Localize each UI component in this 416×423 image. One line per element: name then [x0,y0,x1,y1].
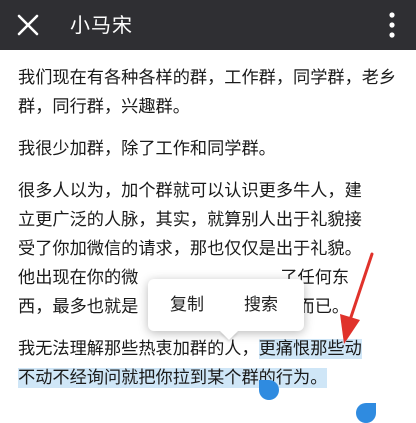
paragraph-line: 西，最多也就是 [18,297,139,317]
text-selection-menu: 复制 搜索 [148,279,304,331]
selection-end-handle[interactable] [356,403,376,423]
close-icon[interactable] [14,11,42,39]
paragraph-line: 立更广泛的人脉，其实，就算别人出于礼貌接 [18,210,362,230]
page-title: 小马宋 [70,13,133,37]
annotation-arrow-icon [340,252,374,344]
copy-button[interactable]: 复制 [170,293,204,317]
selected-text[interactable]: 不动不经询问就把你拉到某个群的行为。 [18,368,328,388]
top-app-bar: 小马宋 [0,0,416,50]
article-paragraph: 我们现在有各种各样的群，工作群，同学群，老乡群，同行群，兴趣群。 [18,68,397,117]
selection-start-handle[interactable] [259,380,279,400]
paragraph-line: 受了你加微信的请求，那也仅仅是出于礼貌。 [18,239,362,259]
paragraph-text: 我无法理解那些热衷加群的人， [18,339,259,359]
paragraph-line: 他出现在你的微 [18,268,139,288]
paragraph-line: 很多人以为，加个群就可以认识更多牛人，建 [18,181,362,201]
search-button[interactable]: 搜索 [244,293,278,317]
more-vert-icon[interactable] [380,10,404,40]
article-paragraph: 我很少加群，除了工作和同学群。 [18,139,276,159]
